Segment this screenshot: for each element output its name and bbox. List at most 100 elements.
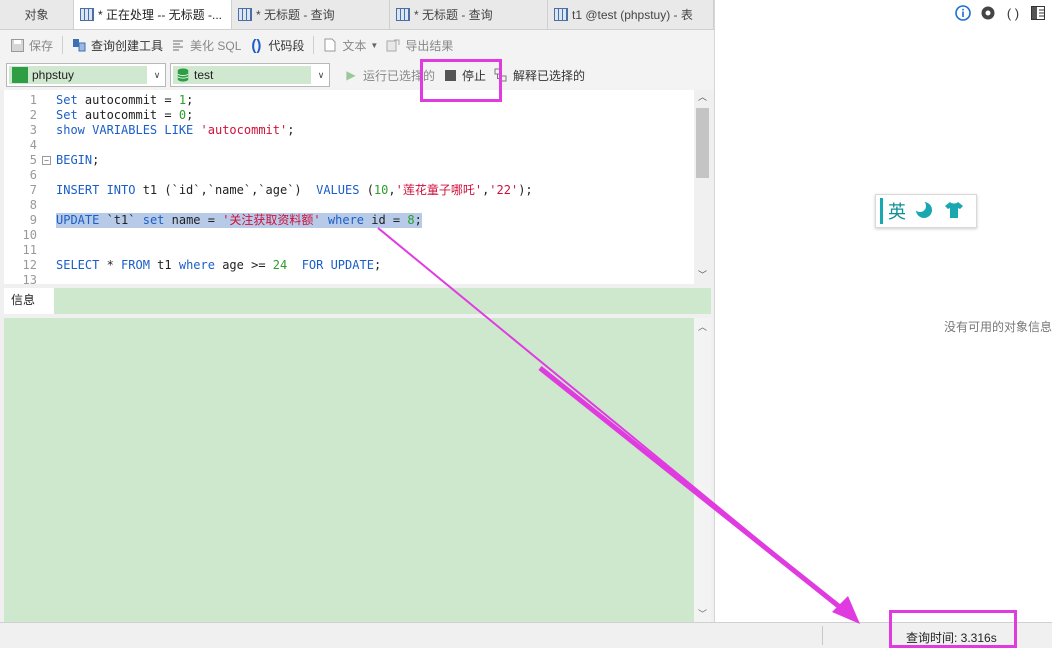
code-token: where: [327, 213, 365, 227]
code-token: FOR UPDATE: [301, 258, 374, 272]
sql-editor[interactable]: 1 Set autocommit = 1; 2 Set autocommit = 0;…: [4, 90, 711, 284]
beautify-icon: [171, 38, 185, 52]
line-number: 8: [29, 198, 37, 212]
ime-handle[interactable]: [880, 198, 883, 224]
code-text: Set autocommit = 1;: [56, 93, 193, 108]
code-snippet-icon: (): [251, 36, 262, 54]
line-number: 13: [22, 273, 37, 284]
tab-processing-query[interactable]: * 正在处理 -- 无标题 -...: [74, 0, 232, 29]
save-icon: [10, 38, 24, 52]
chevron-down-icon: ∨: [317, 69, 325, 80]
code-token: ;: [92, 153, 100, 167]
line-number: 4: [29, 138, 37, 152]
info-scrollbar[interactable]: ︿ ﹀: [694, 318, 711, 622]
line-number: 3: [29, 123, 37, 137]
table-icon: [396, 8, 410, 21]
info-message-panel[interactable]: [4, 318, 694, 622]
save-button[interactable]: 保存: [6, 34, 57, 56]
code-token: SELECT: [56, 258, 100, 272]
shirt-icon[interactable]: [944, 200, 964, 223]
code-token: age >=: [214, 258, 273, 272]
tab-untitled-query-1[interactable]: * 无标题 - 查询: [232, 0, 390, 29]
export-results-button[interactable]: 导出结果: [382, 34, 457, 56]
tab-label: 对象: [24, 8, 49, 22]
play-icon: ▶: [346, 68, 356, 82]
eye-icon[interactable]: [980, 5, 996, 21]
connection-select-value: phpstuy: [9, 66, 147, 84]
database-name: test: [194, 68, 214, 82]
chevron-down-icon: ∨: [153, 69, 161, 80]
tab-label: t1 @test (phpstuy) - 表: [572, 8, 693, 22]
scroll-up-icon[interactable]: ︿: [694, 90, 711, 106]
connection-row: phpstuy ∨ test ∨ ▶ 运行已选择的 停止 解释已选择的: [0, 60, 714, 90]
export-icon: [386, 38, 400, 52]
moon-icon[interactable]: [914, 199, 934, 223]
code-token: t1 (`id`,`name`,`age`): [135, 183, 317, 197]
code-text: UPDATE `t1` set name = '关注获取资料额' where i…: [56, 213, 422, 228]
connection-name: phpstuy: [32, 68, 75, 82]
tab-bar: 对象 * 正在处理 -- 无标题 -... * 无标题 - 查询 * 无标题 -…: [0, 0, 714, 30]
code-token: ;: [186, 108, 194, 122]
code-token: 0: [178, 108, 187, 122]
line-number: 11: [22, 243, 37, 257]
ime-language-toggle[interactable]: 英: [888, 198, 906, 224]
table-icon: [80, 8, 94, 21]
code-token: ,: [388, 183, 396, 197]
tab-info[interactable]: 信息: [4, 288, 54, 314]
scroll-down-icon[interactable]: ﹀: [694, 607, 711, 620]
fold-toggle-icon[interactable]: −: [42, 156, 51, 165]
tab-table-t1[interactable]: t1 @test (phpstuy) - 表: [548, 0, 714, 29]
beautify-sql-button[interactable]: 美化 SQL: [167, 34, 245, 56]
result-tab-bar: 信息: [4, 288, 711, 314]
divider: [822, 626, 823, 645]
ime-toolbar[interactable]: 英: [875, 194, 977, 228]
code-token: INSERT INTO: [56, 183, 136, 197]
scroll-down-icon[interactable]: ﹀: [694, 268, 711, 284]
editor-scrollbar[interactable]: ︿ ﹀: [694, 90, 711, 284]
line-number: 7: [29, 183, 37, 197]
stop-highlight-box: [420, 59, 502, 102]
code-text: INSERT INTO t1 (`id`,`name`,`age`) VALUE…: [56, 183, 533, 198]
code-token: '莲花童子哪吒': [395, 183, 483, 197]
code-token: ;: [414, 213, 422, 227]
code-token: id =: [364, 213, 408, 227]
tab-objects[interactable]: 对象: [0, 0, 74, 29]
line-number: 1: [29, 93, 37, 107]
explain-selected-button[interactable]: 解释已选择的: [490, 64, 589, 86]
text-button[interactable]: 文本 ▼: [319, 34, 382, 56]
code-token: 1: [178, 93, 187, 107]
scroll-up-icon[interactable]: ︿: [694, 320, 711, 333]
object-info-panel: ( ) 英 没有可用的对象信息: [714, 0, 1052, 622]
columns-icon[interactable]: [1030, 5, 1046, 21]
tab-untitled-query-2[interactable]: * 无标题 - 查询: [390, 0, 548, 29]
code-token: VALUES: [316, 183, 360, 197]
database-select[interactable]: test ∨: [170, 63, 330, 87]
connection-select[interactable]: phpstuy ∨: [6, 63, 166, 87]
code-token: 8: [407, 213, 415, 227]
code-text: Set autocommit = 0;: [56, 108, 193, 123]
code-token: ;: [287, 123, 295, 137]
chevron-down-icon: ▼: [370, 40, 379, 50]
brackets-icon[interactable]: ( ): [1005, 5, 1021, 21]
code-token: set: [142, 213, 165, 227]
save-label: 保存: [29, 38, 54, 53]
line-number: 9: [29, 213, 37, 227]
divider: [313, 36, 315, 54]
code-snippet-label: 代码段: [268, 38, 305, 53]
code-token: ;: [186, 93, 194, 107]
info-icon[interactable]: [955, 5, 971, 21]
beautify-label: 美化 SQL: [190, 38, 242, 53]
line-number: 2: [29, 108, 37, 122]
code-snippet-button[interactable]: () 代码段: [245, 34, 308, 56]
scrollbar-thumb[interactable]: [696, 108, 709, 178]
code-text: show VARIABLES LIKE 'autocommit';: [56, 123, 294, 138]
line-number: 12: [22, 258, 37, 272]
query-builder-button[interactable]: 查询创建工具: [68, 34, 167, 56]
code-token: Set: [56, 93, 78, 107]
code-text: BEGIN;: [56, 153, 99, 168]
code-text: SELECT * FROM t1 where age >= 24 FOR UPD…: [56, 258, 381, 273]
database-icon: [177, 68, 189, 82]
code-token: autocommit =: [77, 108, 179, 122]
